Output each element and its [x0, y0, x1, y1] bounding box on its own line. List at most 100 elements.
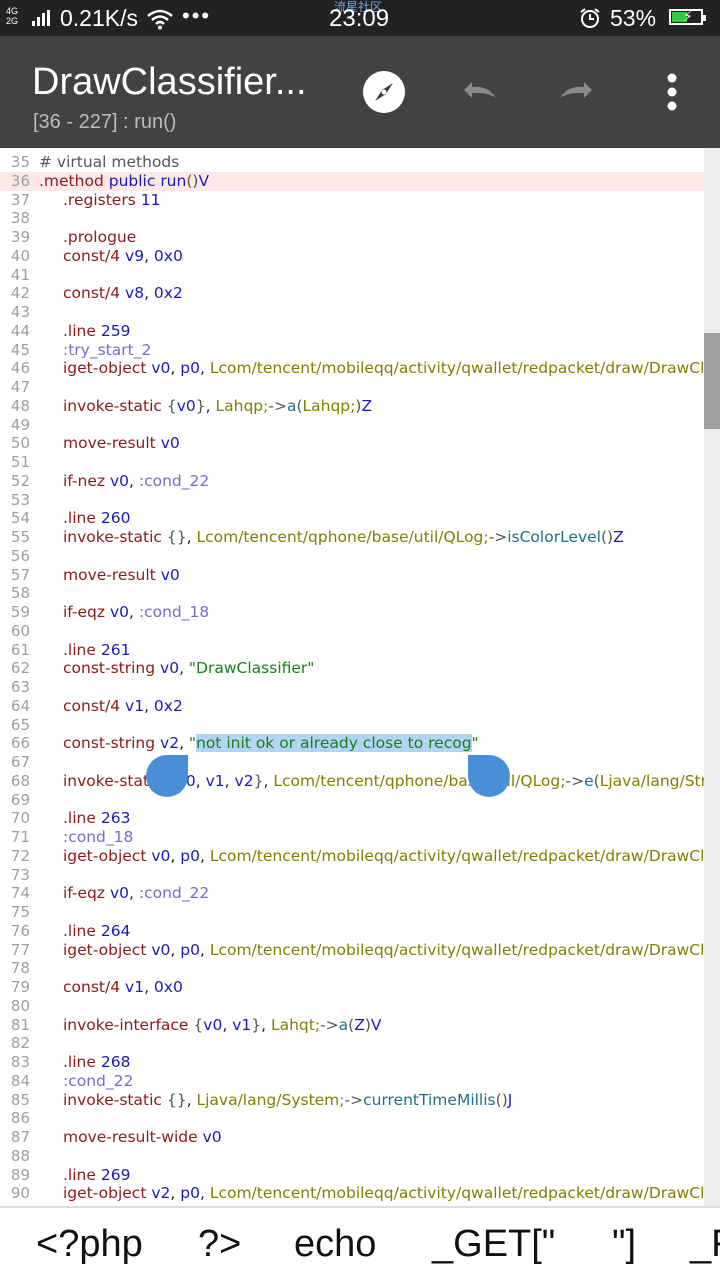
code-line[interactable]: 76 .line 264 [0, 922, 720, 941]
code-line[interactable]: 55 invoke-static {}, Lcom/tencent/qphone/… [0, 528, 720, 547]
symbol-bar: <?php ?> echo _GET[" "] _F [0, 1206, 720, 1280]
line-code: .line 261 [63, 640, 131, 659]
line-number: 35 [10, 153, 30, 171]
scrollbar-thumb[interactable] [704, 333, 720, 429]
line-number: 58 [10, 584, 30, 603]
battery-percent: 53% [610, 5, 657, 31]
symbol-get-close[interactable]: "] [612, 1222, 636, 1266]
code-line[interactable]: 51 [0, 453, 720, 472]
code-line[interactable]: 60 [0, 622, 720, 641]
undo-button[interactable] [454, 66, 506, 118]
symbol-more[interactable]: _F [690, 1222, 720, 1266]
code-line[interactable]: 39 .prologue [0, 228, 720, 247]
symbol-echo[interactable]: echo [294, 1222, 376, 1266]
code-line[interactable]: 68invoke-static {v0, v1, v2}, Lcom/tence… [0, 772, 720, 791]
redo-button[interactable] [550, 66, 602, 118]
more-vertical-icon [667, 73, 677, 111]
code-line[interactable]: 88 [0, 1147, 720, 1166]
code-line[interactable]: 77 iget-object v0, p0, Lcom/tencent/mobil… [0, 941, 720, 960]
overflow-menu-button[interactable] [646, 66, 698, 118]
code-line[interactable]: 52 if-nez v0, :cond_22 [0, 472, 720, 491]
code-line[interactable]: 84:cond_22 [0, 1072, 720, 1091]
code-line[interactable]: 83 .line 268 [0, 1053, 720, 1072]
code-line[interactable]: 42 const/4 v8, 0x2 [0, 284, 720, 303]
code-line[interactable]: 75 [0, 903, 720, 922]
code-line[interactable]: 89 .line 269 [0, 1166, 720, 1185]
selection-start-handle[interactable] [146, 755, 188, 797]
code-line[interactable]: 90 iget-object v2, p0, Lcom/tencent/mobil… [0, 1184, 720, 1203]
code-line[interactable]: 44 .line 259 [0, 322, 720, 341]
code-line[interactable]: 45:try_start_2 [0, 341, 720, 360]
code-line[interactable]: 49 [0, 416, 720, 435]
code-line[interactable]: 79 const/4 v1, 0x0 [0, 978, 720, 997]
line-number: 51 [10, 453, 30, 471]
line-number: 42 [10, 284, 30, 303]
scrollbar[interactable] [704, 148, 720, 1206]
code-line[interactable]: 59 if-eqz v0, :cond_18 [0, 603, 720, 622]
line-number: 47 [10, 378, 30, 396]
code-line[interactable]: 58 [0, 584, 720, 603]
code-line[interactable]: 65 [0, 716, 720, 735]
code-line[interactable]: 40 const/4 v9, 0x0 [0, 247, 720, 266]
code-line[interactable]: 81 invoke-interface {v0, v1}, Lahqt;->a(Z… [0, 1016, 720, 1035]
code-line[interactable]: 74 if-eqz v0, :cond_22 [0, 884, 720, 903]
selection-end-handle[interactable] [468, 755, 510, 797]
code-line[interactable]: 41 [0, 266, 720, 285]
code-line[interactable]: 54 .line 260 [0, 509, 720, 528]
code-line[interactable]: 48 invoke-static {v0}, Lahqp;->a(Lahqp;)Z [0, 397, 720, 416]
line-number: 62 [10, 659, 30, 678]
selected-text[interactable]: not init ok or already close to recog [196, 734, 472, 753]
code-line[interactable]: 67 [0, 753, 720, 772]
code-line[interactable]: 43 [0, 303, 720, 322]
line-number: 85 [10, 1090, 30, 1109]
code-line[interactable]: 82 [0, 1034, 720, 1053]
code-line[interactable]: 63 [0, 678, 720, 697]
code-line[interactable]: 56 [0, 547, 720, 566]
app-toolbar: DrawClassifier... [36 - 227] : run() [0, 36, 720, 148]
code-line[interactable]: 64 const/4 v1, 0x2 [0, 697, 720, 716]
code-line[interactable]: 80 [0, 997, 720, 1016]
code-editor[interactable]: 90 iget-object v2, p0, Lcom/tencent/mobil… [0, 148, 720, 1206]
line-code: # virtual methods [39, 153, 180, 171]
code-line[interactable]: 35 # virtual methods [0, 153, 720, 172]
symbol-get-open[interactable]: _GET[" [432, 1222, 555, 1266]
code-line[interactable]: 73 [0, 866, 720, 885]
code-line[interactable]: 87 move-result-wide v0 [0, 1128, 720, 1147]
line-number: 83 [10, 1053, 30, 1071]
code-line[interactable]: 47 [0, 378, 720, 397]
code-line[interactable]: 38 [0, 209, 720, 228]
code-line[interactable]: 66 const-string v2, "not init ok or alrea… [0, 734, 720, 753]
code-line[interactable]: 57 move-result v0 [0, 566, 720, 585]
symbol-php-close[interactable]: ?> [198, 1222, 241, 1266]
line-number: 49 [10, 415, 30, 434]
symbol-php-open[interactable]: <?php [36, 1222, 143, 1266]
code-line[interactable]: 78 [0, 959, 720, 978]
code-line[interactable]: 53 [0, 491, 720, 510]
line-code: :try_start_2 [63, 340, 152, 359]
line-number: 67 [10, 753, 30, 771]
code-line[interactable]: 72 iget-object v0, p0, Lcom/tencent/mobil… [0, 847, 720, 866]
code-line[interactable]: 70 .line 263 [0, 809, 720, 828]
line-number: 63 [10, 678, 30, 696]
navigate-button[interactable] [358, 66, 410, 118]
code-line[interactable]: 62 const-string v0, "DrawClassifier" [0, 659, 720, 678]
line-number: 82 [10, 1034, 30, 1053]
code-line[interactable]: 36 .method public run()V [0, 171, 720, 191]
code-line[interactable]: 86 [0, 1109, 720, 1128]
code-line[interactable]: 69 [0, 791, 720, 810]
code-line[interactable]: 37 .registers 11 [0, 191, 720, 210]
line-number: 76 [10, 921, 30, 940]
code-line[interactable]: 50 move-result v0 [0, 434, 720, 453]
code-line[interactable]: 85 invoke-static {}, Ljava/lang/System;->… [0, 1091, 720, 1110]
code-line[interactable]: 61 .line 261 [0, 641, 720, 660]
code-line[interactable]: 71:cond_18 [0, 828, 720, 847]
line-number: 40 [10, 246, 30, 265]
network-type: 4G 2G [6, 6, 18, 26]
network-type-primary: 4G [6, 6, 19, 16]
network-type-secondary: 2G [6, 16, 19, 26]
line-code: const/4 v1, 0x0 [63, 978, 183, 996]
alarm-icon [580, 8, 600, 28]
line-number: 64 [10, 696, 30, 715]
line-number: 79 [10, 978, 30, 996]
code-line[interactable]: 46 iget-object v0, p0, Lcom/tencent/mobil… [0, 359, 720, 378]
